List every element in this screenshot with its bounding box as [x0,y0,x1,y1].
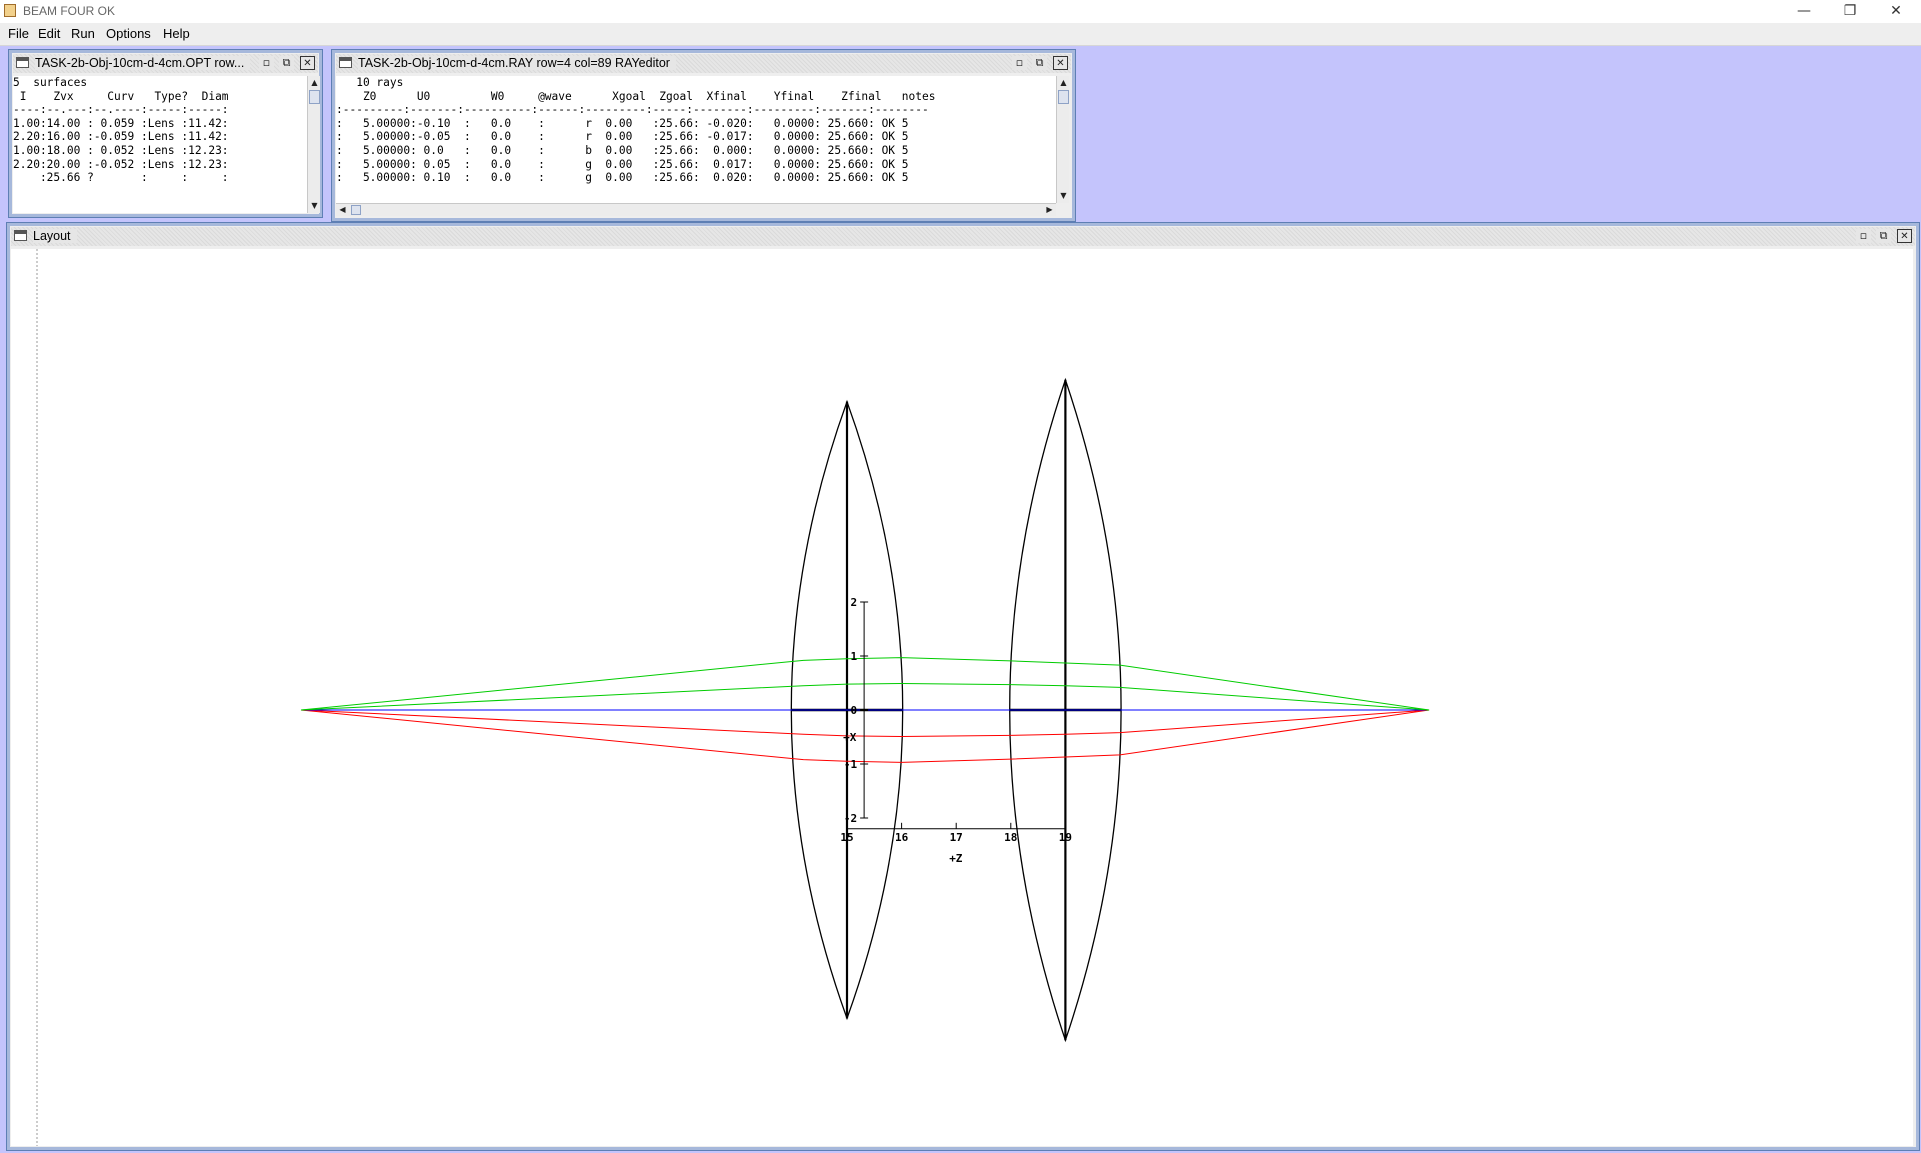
ray-window-title: TASK-2b-Obj-10cm-d-4cm.RAY row=4 col=89 … [358,56,676,70]
z-tick-label: 16 [895,831,909,844]
opt-window-titlebar[interactable]: TASK-2b-Obj-10cm-d-4cm.OPT row... ▫ ⧉ ✕ [13,54,318,73]
iconify-icon[interactable]: ▫ [259,56,274,70]
opt-text-area[interactable]: 5 surfaces I Zvx Curv Type? Diam ----:--… [13,76,307,213]
scroll-down-icon[interactable]: ▼ [1057,191,1070,201]
scroll-down-icon[interactable]: ▼ [308,201,321,211]
maximize-icon[interactable]: ⧉ [1032,56,1047,70]
x-tick-label: 0 [850,704,857,717]
optical-layout-plot[interactable]: 2 1 0 -1 -2 +X 15 16 17 18 19 +Z [11,249,1913,1146]
maximize-icon[interactable]: ⧉ [1876,229,1891,243]
menu-run[interactable]: Run [71,26,95,41]
ray-table-text[interactable]: 10 rays Z0 U0 W0 @wave Xgoal Zgoal Xfina… [336,76,1056,185]
ray-4-g [300,683,1430,711]
z-tick-label: 15 [840,831,853,844]
opt-window-title: TASK-2b-Obj-10cm-d-4cm.OPT row... [35,56,251,70]
ray-editor-window[interactable]: TASK-2b-Obj-10cm-d-4cm.RAY row=4 col=89 … [331,49,1076,222]
opt-table-text[interactable]: 5 surfaces I Zvx Curv Type? Diam ----:--… [13,76,307,185]
app-title: BEAM FOUR OK [23,4,116,18]
close-icon[interactable]: ✕ [1053,56,1068,70]
ray-horizontal-scrollbar[interactable]: ◀ ▶ [336,203,1056,216]
iconify-icon[interactable]: ▫ [1012,56,1027,70]
minimize-icon[interactable]: — [1781,0,1827,23]
menu-options[interactable]: Options [106,26,151,41]
iconify-icon[interactable]: ▫ [1856,229,1871,243]
menu-file[interactable]: File [8,26,29,41]
z-tick-label: 19 [1059,831,1072,844]
restore-icon[interactable]: ❐ [1827,0,1873,23]
ray-1-r [300,709,1430,737]
menu-help[interactable]: Help [163,26,190,41]
opt-editor-window[interactable]: TASK-2b-Obj-10cm-d-4cm.OPT row... ▫ ⧉ ✕ … [8,49,323,218]
frame-icon [16,57,29,68]
x-tick-label: 1 [850,650,857,663]
close-icon[interactable]: ✕ [1897,229,1912,243]
x-tick-label: -1 [844,758,858,771]
scroll-right-icon[interactable]: ▶ [1043,205,1056,215]
hscroll-thumb[interactable] [351,205,361,215]
scroll-left-icon[interactable]: ◀ [336,205,349,215]
close-icon[interactable]: ✕ [300,56,315,70]
scroll-up-icon[interactable]: ▲ [1057,78,1070,88]
x-tick-label: 2 [850,596,857,609]
java-app-icon [4,4,16,17]
layout-canvas[interactable]: 2 1 0 -1 -2 +X 15 16 17 18 19 +Z [11,249,1913,1146]
z-tick-label: 18 [1004,831,1017,844]
layout-window-title: Layout [33,229,77,243]
frame-icon [14,230,27,241]
ray-vertical-scrollbar[interactable]: ▲ ▼ [1056,76,1069,203]
scroll-up-icon[interactable]: ▲ [308,78,321,88]
scroll-thumb[interactable] [1058,90,1069,104]
layout-window[interactable]: Layout ▫ ⧉ ✕ 2 1 0 -1 -2 +X 15 16 17 18 19 +Z [6,222,1920,1151]
ray-text-area[interactable]: 10 rays Z0 U0 W0 @wave Xgoal Zgoal Xfina… [336,76,1056,203]
maximize-icon[interactable]: ⧉ [279,56,294,70]
close-icon[interactable]: ✕ [1873,0,1919,23]
x-tick-label: -2 [844,812,857,825]
scroll-thumb[interactable] [309,90,320,104]
opt-vertical-scrollbar[interactable]: ▲ ▼ [307,76,320,213]
frame-icon [339,57,352,68]
z-axis-label: +Z [949,852,963,865]
app-titlebar: BEAM FOUR OK — ❐ ✕ [0,0,1921,23]
ray-window-titlebar[interactable]: TASK-2b-Obj-10cm-d-4cm.RAY row=4 col=89 … [336,54,1071,73]
menu-edit[interactable]: Edit [38,26,60,41]
menubar: File Edit Run Options Help [0,23,1921,46]
x-axis-label: +X [843,731,857,744]
layout-window-titlebar[interactable]: Layout ▫ ⧉ ✕ [11,227,1915,246]
z-tick-label: 17 [950,831,963,844]
